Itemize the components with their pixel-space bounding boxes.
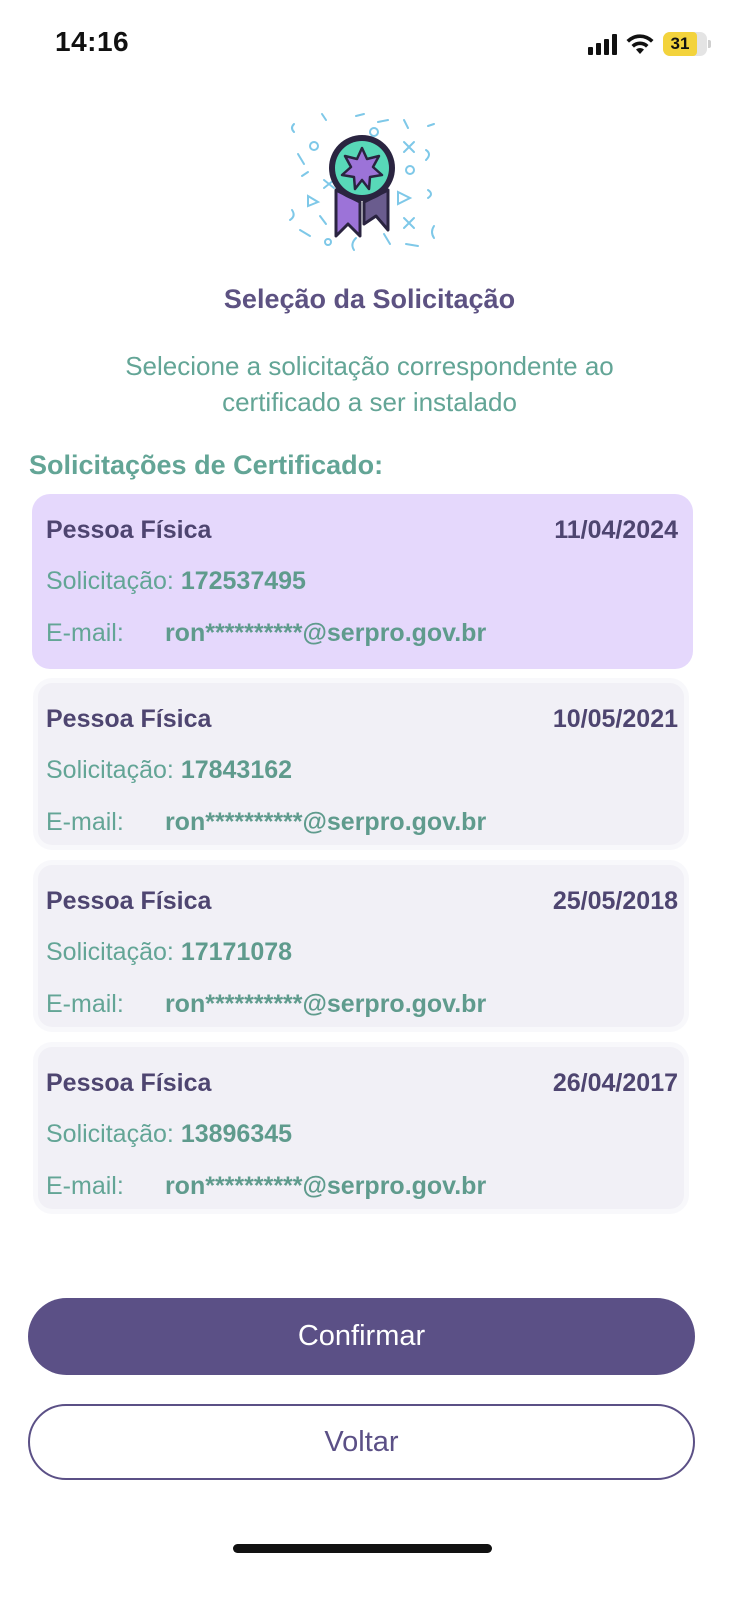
request-card-4[interactable]: Pessoa Física 26/04/2017 Solicitação: 13… xyxy=(38,1047,684,1209)
email-row: E-mail: ron**********@serpro.gov.br xyxy=(46,990,486,1019)
request-label: Solicitação: xyxy=(46,938,174,966)
card-date: 26/04/2017 xyxy=(552,1069,678,1097)
request-number: 172537495 xyxy=(180,567,306,595)
card-date: 25/05/2018 xyxy=(552,887,678,915)
wifi-icon xyxy=(626,34,654,54)
request-number: 13896345 xyxy=(180,1120,293,1148)
section-title: Solicitações de Certificado: xyxy=(29,450,384,480)
status-bar: 14:16 31 xyxy=(0,0,739,90)
card-type: Pessoa Física xyxy=(46,516,212,544)
battery-icon: 31 xyxy=(663,32,711,56)
battery-level: 31 xyxy=(663,32,697,56)
cellular-signal-icon xyxy=(588,33,617,55)
request-card-2[interactable]: Pessoa Física 10/05/2021 Solicitação: 17… xyxy=(38,683,684,845)
request-card-1[interactable]: Pessoa Física 11/04/2024 Solicitação: 17… xyxy=(32,494,693,669)
status-time: 14:16 xyxy=(55,26,130,57)
card-type: Pessoa Física xyxy=(46,1069,212,1097)
page-title: Seleção da Solicitação xyxy=(223,284,516,314)
email-value: ron**********@serpro.gov.br xyxy=(164,619,487,647)
home-indicator[interactable] xyxy=(233,1544,492,1553)
page-subtitle: Selecione a solicitação correspondente a… xyxy=(60,348,679,420)
email-row: E-mail: ron**********@serpro.gov.br xyxy=(46,619,486,648)
award-ribbon-icon xyxy=(289,113,435,251)
card-date: 10/05/2021 xyxy=(552,705,678,733)
request-row: Solicitação: 17171078 xyxy=(46,938,292,967)
back-button[interactable]: Voltar xyxy=(28,1404,695,1480)
request-card-3[interactable]: Pessoa Física 25/05/2018 Solicitação: 17… xyxy=(38,865,684,1027)
email-row: E-mail: ron**********@serpro.gov.br xyxy=(46,1172,486,1201)
email-label: E-mail: xyxy=(46,619,124,647)
card-type: Pessoa Física xyxy=(46,705,212,733)
request-label: Solicitação: xyxy=(46,567,174,595)
email-value: ron**********@serpro.gov.br xyxy=(164,1172,487,1200)
subtitle-line-1: Selecione a solicitação correspondente a… xyxy=(125,351,614,381)
request-number: 17843162 xyxy=(180,756,293,784)
email-label: E-mail: xyxy=(46,1172,124,1200)
subtitle-line-2: certificado a ser instalado xyxy=(222,387,517,417)
request-row: Solicitação: 17843162 xyxy=(46,756,292,785)
email-value: ron**********@serpro.gov.br xyxy=(164,808,487,836)
email-label: E-mail: xyxy=(46,990,124,1018)
request-label: Solicitação: xyxy=(46,756,174,784)
request-row: Solicitação: 172537495 xyxy=(46,567,306,596)
card-type: Pessoa Física xyxy=(46,887,212,915)
card-date: 11/04/2024 xyxy=(554,516,678,544)
email-row: E-mail: ron**********@serpro.gov.br xyxy=(46,808,486,837)
request-number: 17171078 xyxy=(180,938,293,966)
request-label: Solicitação: xyxy=(46,1120,174,1148)
request-row: Solicitação: 13896345 xyxy=(46,1120,292,1149)
confirm-button[interactable]: Confirmar xyxy=(28,1298,695,1375)
email-value: ron**********@serpro.gov.br xyxy=(164,990,487,1018)
email-label: E-mail: xyxy=(46,808,124,836)
status-icons: 31 xyxy=(588,30,711,58)
